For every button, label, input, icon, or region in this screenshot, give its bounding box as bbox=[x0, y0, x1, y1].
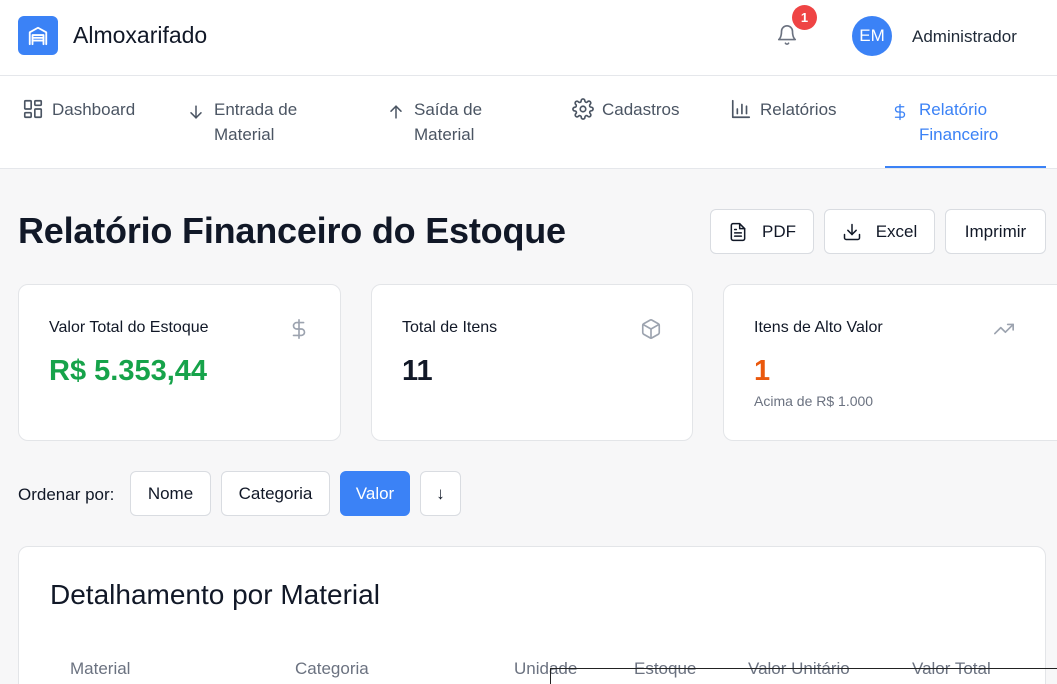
arrow-up-icon bbox=[390, 105, 402, 119]
bell-icon[interactable] bbox=[776, 24, 798, 46]
column-header-material[interactable]: Material bbox=[70, 659, 130, 679]
sort-nome-button[interactable]: Nome bbox=[130, 471, 211, 516]
user-name[interactable]: Administrador bbox=[912, 27, 1017, 47]
bar-chart-icon bbox=[731, 99, 751, 119]
tab-label-line2: Material bbox=[414, 125, 475, 144]
main-nav: Dashboard Entrada de Material Saída de Mat… bbox=[0, 76, 1057, 169]
panel-title: Detalhamento por Material bbox=[50, 579, 380, 610]
column-header-categoria[interactable]: Categoria bbox=[295, 659, 369, 679]
tab-entrada-material[interactable]: Entrada de Material bbox=[186, 76, 356, 169]
card-alto-valor: Itens de Alto Valor 1 Acima de R$ 1.000 bbox=[723, 284, 1057, 441]
tab-label-line2: Material bbox=[214, 125, 275, 144]
card-label: Itens de Alto Valor bbox=[754, 319, 883, 336]
card-total-itens: Total de Itens 11 bbox=[371, 284, 693, 441]
avatar[interactable]: EM bbox=[852, 16, 892, 56]
overlay-frame bbox=[550, 668, 1057, 684]
box-icon bbox=[641, 319, 661, 339]
sort-valor-button[interactable]: Valor bbox=[340, 471, 410, 516]
card-value: 11 bbox=[402, 355, 433, 387]
tab-saida-material[interactable]: Saída de Material bbox=[386, 76, 546, 169]
sort-direction-button[interactable]: ↓ bbox=[420, 471, 461, 516]
pdf-button-label: PDF bbox=[762, 221, 796, 241]
app-title: Almoxarifado bbox=[73, 22, 208, 48]
app-header: Almoxarifado 1 EM Administrador bbox=[0, 0, 1057, 76]
card-label: Valor Total do Estoque bbox=[49, 319, 209, 336]
sort-label: Ordenar por: bbox=[18, 485, 115, 504]
card-value: 1 bbox=[754, 355, 771, 387]
download-icon bbox=[843, 223, 860, 240]
tab-label-line2: Financeiro bbox=[919, 125, 999, 144]
page-title: Relatório Financeiro do Estoque bbox=[18, 210, 566, 251]
warehouse-logo-icon[interactable] bbox=[18, 16, 58, 55]
tab-cadastros[interactable]: Cadastros bbox=[572, 76, 712, 169]
trending-up-icon bbox=[994, 323, 1014, 335]
tab-label-line1: Saída de bbox=[414, 100, 483, 119]
file-text-icon bbox=[730, 222, 746, 241]
tab-relatorios[interactable]: Relatórios bbox=[730, 76, 870, 169]
gear-icon bbox=[572, 98, 594, 120]
tab-dashboard[interactable]: Dashboard bbox=[22, 76, 172, 169]
excel-button[interactable]: Excel bbox=[824, 209, 935, 254]
tab-label-line1: Entrada de bbox=[214, 100, 298, 119]
tab-label: Relatórios bbox=[760, 100, 837, 119]
print-button-label: Imprimir bbox=[964, 221, 1027, 241]
tab-label: Dashboard bbox=[52, 100, 136, 119]
excel-button-label: Excel bbox=[875, 221, 918, 241]
grid-icon bbox=[23, 99, 43, 119]
dollar-icon bbox=[894, 103, 906, 121]
tab-label: Entrada de Material bbox=[214, 97, 297, 147]
dollar-icon bbox=[292, 319, 306, 339]
card-valor-total: Valor Total do Estoque R$ 5.353,44 bbox=[18, 284, 341, 441]
print-button[interactable]: Imprimir bbox=[945, 209, 1046, 254]
card-label: Total de Itens bbox=[402, 319, 498, 336]
tab-label: Saída de Material bbox=[414, 97, 482, 147]
arrow-down-icon bbox=[190, 105, 202, 119]
card-value: R$ 5.353,44 bbox=[49, 355, 208, 387]
pdf-button[interactable]: PDF bbox=[710, 209, 814, 254]
tab-relatorio-financeiro[interactable]: Relatório Financeiro bbox=[885, 76, 1046, 168]
tab-label: Cadastros bbox=[602, 100, 680, 119]
tab-label-line1: Relatório bbox=[919, 100, 988, 119]
tab-label: Relatório Financeiro bbox=[919, 97, 998, 147]
notification-badge[interactable]: 1 bbox=[792, 5, 817, 30]
detail-panel: Detalhamento por Material Material Categ… bbox=[18, 546, 1046, 684]
card-subtext: Acima de R$ 1.000 bbox=[754, 393, 874, 409]
sort-categoria-button[interactable]: Categoria bbox=[221, 471, 330, 516]
